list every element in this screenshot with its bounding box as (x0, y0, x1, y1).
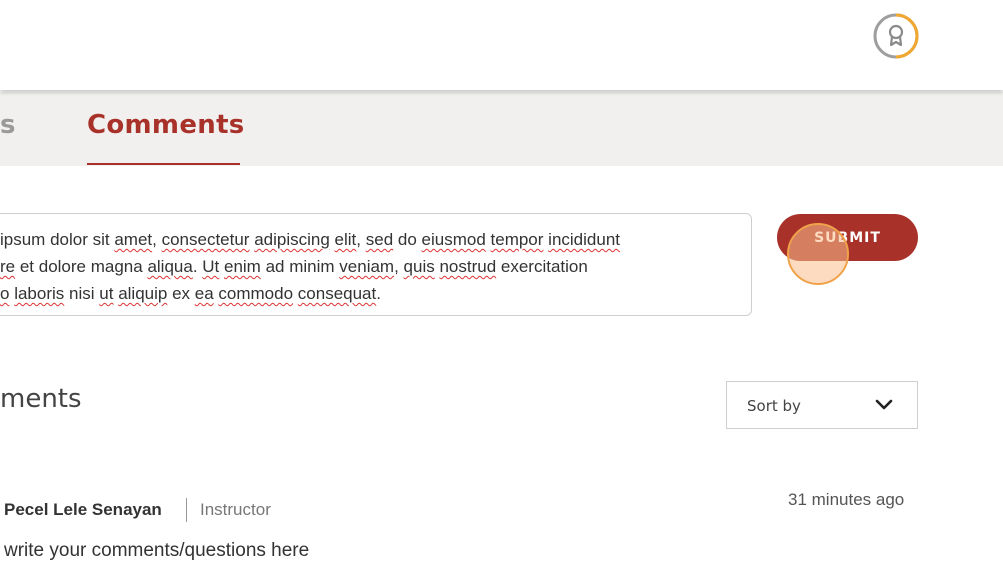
text-segment: , (356, 230, 366, 249)
misspelled-word: Ut (202, 257, 220, 276)
text-segment: . (192, 257, 203, 276)
comment-author-role: Instructor (200, 500, 271, 519)
misspelled-word: sed (365, 230, 394, 249)
misspelled-word: ut (99, 284, 114, 303)
text-segment: , (152, 230, 162, 249)
misspelled-word: commodo (218, 284, 294, 303)
comment-input-line: ipsum dolor sit amet, consectetur adipis… (0, 226, 740, 253)
top-bar (0, 0, 1003, 90)
text-segment: , (394, 257, 404, 276)
misspelled-word: amet (114, 230, 153, 249)
text-segment: exercitation (496, 257, 588, 276)
author-role-divider (186, 498, 187, 522)
sort-dropdown[interactable]: Sort by (726, 381, 918, 429)
sort-label: Sort by (747, 397, 801, 415)
comment-input-text[interactable]: ipsum dolor sit amet, consectetur adipis… (0, 226, 740, 307)
misspelled-word: elit (334, 230, 357, 249)
text-segment: ipsum dolor sit (0, 230, 115, 249)
comments-heading: ments (0, 384, 82, 414)
cursor-click-indicator (787, 223, 849, 285)
misspelled-word: veniam (339, 257, 395, 276)
comment-body: write your comments/questions here (4, 540, 310, 561)
misspelled-word: enim (224, 257, 261, 276)
text-segment: ex (167, 284, 195, 303)
misspelled-word: adipiscing (254, 230, 330, 249)
misspelled-word: consectetur (161, 230, 250, 249)
misspelled-word: incididunt (548, 230, 620, 249)
text-segment: do (393, 230, 422, 249)
comment-input-line: re et dolore magna aliqua. Ut enim ad mi… (0, 253, 740, 280)
misspelled-word: quis (403, 257, 435, 276)
misspelled-word: re (0, 257, 16, 276)
comment-input-line: o laboris nisi ut aliquip ex ea commodo … (0, 280, 740, 307)
text-segment: nisi (64, 284, 100, 303)
misspelled-word: ea (194, 284, 214, 303)
misspelled-word: tempor (490, 230, 544, 249)
comment-author[interactable]: Pecel Lele Senayan (4, 500, 162, 520)
chevron-down-icon (875, 399, 893, 410)
text-segment: et dolore magna (15, 257, 148, 276)
active-tab-indicator (87, 163, 240, 165)
tab-previous[interactable]: s (0, 110, 15, 140)
misspelled-word: consequat (297, 284, 377, 303)
misspelled-word: aliqua (147, 257, 193, 276)
misspelled-word: laboris (14, 284, 65, 303)
misspelled-word: aliquip (118, 284, 168, 303)
award-ribbon-icon[interactable] (872, 12, 920, 60)
misspelled-word: nostrud (439, 257, 497, 276)
text-segment: . (376, 284, 381, 303)
tab-comments[interactable]: Comments (87, 110, 245, 140)
text-segment: ad minim (260, 257, 340, 276)
comment-timestamp: 31 minutes ago (788, 490, 905, 509)
misspelled-word: eiusmod (421, 230, 486, 249)
